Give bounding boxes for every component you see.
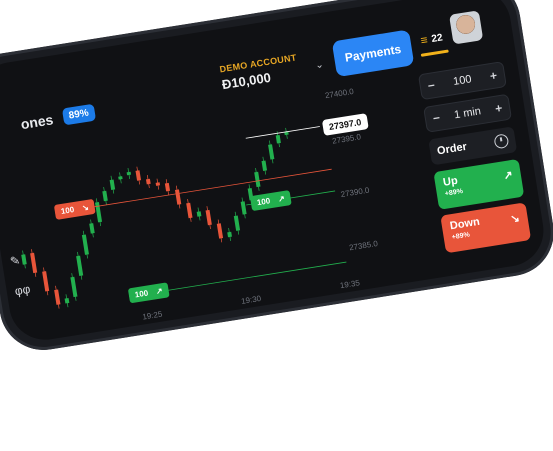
candle <box>42 271 50 292</box>
decrease-amount-button[interactable]: − <box>427 78 436 93</box>
candle <box>205 209 212 226</box>
candle <box>145 178 151 185</box>
down-button[interactable]: Down +89% ↘ <box>440 202 532 254</box>
level-indicator[interactable]: ≡ 22 <box>419 30 444 48</box>
trading-screen: ones 89% DEMO ACCOUNT Ð10,000 ⌄ Payments… <box>0 0 549 345</box>
increase-time-button[interactable]: + <box>494 101 503 116</box>
avatar[interactable] <box>448 10 484 45</box>
arrow-up-right-icon: ↗ <box>502 169 514 183</box>
phone-frame: ones 89% DEMO ACCOUNT Ð10,000 ⌄ Payments… <box>0 0 553 357</box>
candle <box>254 171 261 188</box>
candle <box>126 171 132 176</box>
arrow-up-icon: ↗ <box>155 286 164 297</box>
level-value: 22 <box>430 31 444 45</box>
order-label: Order <box>436 140 468 158</box>
candle <box>216 223 224 239</box>
payout-badge: 89% <box>61 103 96 126</box>
account-selector[interactable]: DEMO ACCOUNT Ð10,000 <box>219 52 300 92</box>
asset-name: ones <box>19 110 55 132</box>
increase-amount-button[interactable]: + <box>489 68 498 83</box>
arrow-down-icon: ↘ <box>81 202 90 213</box>
pencil-icon[interactable]: ✎ <box>9 252 27 268</box>
payments-button[interactable]: Payments <box>331 29 415 78</box>
down-trade-line <box>55 168 332 214</box>
layers-icon: ≡ <box>419 32 429 48</box>
time-value: 1 min <box>453 105 482 122</box>
candle <box>135 170 142 181</box>
candle <box>81 234 89 255</box>
candle <box>89 223 95 234</box>
up-button[interactable]: Up +89% ↗ <box>433 158 525 210</box>
trade-panel: − 100 + − 1 min + Order Up +89% ↗ Down +… <box>417 61 532 259</box>
candle <box>109 179 116 190</box>
candle <box>174 189 182 205</box>
current-price-line <box>245 126 320 139</box>
candle <box>275 134 281 144</box>
candle <box>261 160 268 171</box>
candle <box>196 211 202 217</box>
candle <box>186 202 193 219</box>
arrow-up-icon: ↗ <box>277 193 286 204</box>
candle <box>94 202 103 223</box>
candle <box>240 201 247 215</box>
arrow-down-right-icon: ↘ <box>509 212 521 226</box>
candle <box>268 144 275 160</box>
candle <box>227 231 232 238</box>
amount-stepper[interactable]: − 100 + <box>417 61 507 101</box>
candle <box>233 215 241 231</box>
candle <box>64 297 70 304</box>
candle <box>54 289 61 305</box>
candle <box>76 255 84 277</box>
candle <box>70 276 78 298</box>
stage: ones 89% DEMO ACCOUNT Ð10,000 ⌄ Payments… <box>0 0 553 451</box>
asset-selector[interactable]: ones 89% <box>19 103 96 132</box>
candle <box>30 252 38 274</box>
level-progress <box>420 49 449 57</box>
candle <box>155 182 161 186</box>
candle <box>102 190 108 202</box>
indicator-icon[interactable]: φφ <box>14 282 32 298</box>
amount-value: 100 <box>452 73 473 89</box>
time-stepper[interactable]: − 1 min + <box>423 93 513 133</box>
candle <box>164 182 171 192</box>
clock-icon <box>493 133 510 150</box>
candle <box>118 176 123 180</box>
chevron-down-icon[interactable]: ⌄ <box>314 59 324 71</box>
decrease-time-button[interactable]: − <box>432 111 441 126</box>
order-button[interactable]: Order <box>428 126 518 166</box>
up-label: Up <box>442 174 459 189</box>
